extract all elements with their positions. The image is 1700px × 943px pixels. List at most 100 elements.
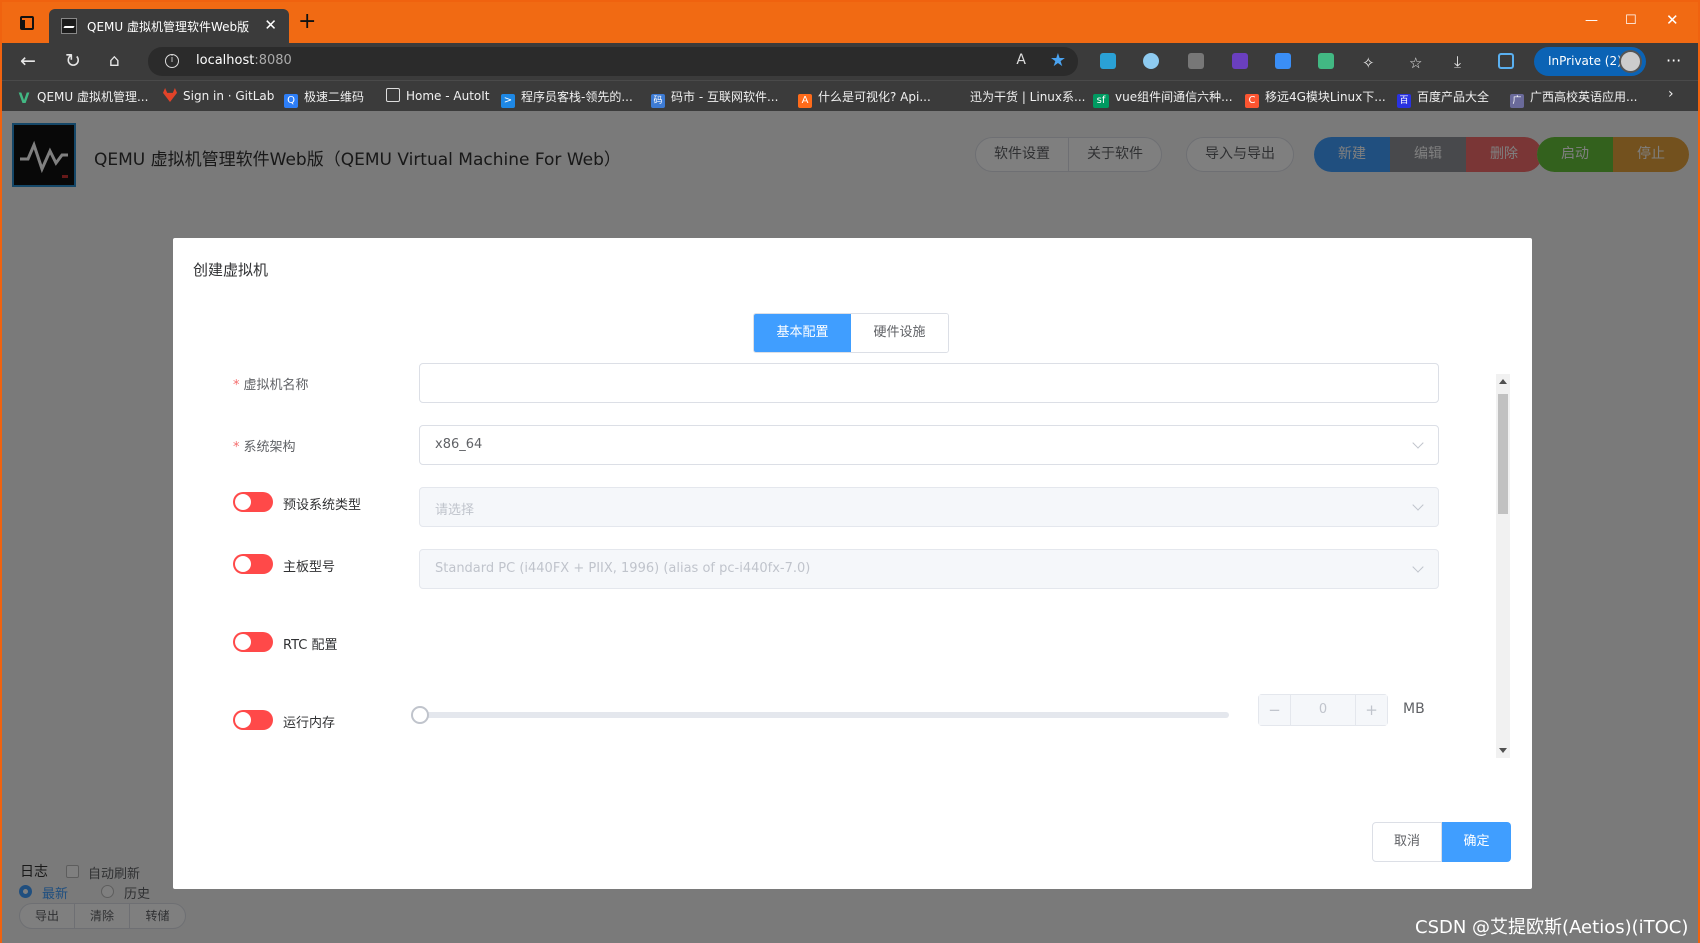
back-icon[interactable]: ←: [20, 50, 36, 72]
bookmark-label: 广西高校英语应用...: [1530, 90, 1638, 104]
mashi-icon: 码: [651, 94, 665, 108]
bookmark-item[interactable]: 码码市 - 互联网软件...: [651, 88, 778, 108]
scrollbar-thumb[interactable]: [1498, 394, 1508, 514]
rtc-switch[interactable]: [233, 632, 273, 652]
extension-icon[interactable]: [1100, 53, 1116, 69]
bookmark-label: 码市 - 互联网软件...: [671, 90, 779, 104]
memory-slider-track[interactable]: [419, 712, 1229, 718]
bookmark-label: 迅为干货 | Linux系...: [970, 90, 1086, 104]
baidu-icon: 百: [1397, 94, 1411, 108]
app-page: QEMU 虚拟机管理软件Web版（QEMU Virtual Machine Fo…: [2, 111, 1698, 943]
home-icon[interactable]: ⌂: [109, 50, 120, 72]
bookmark-label: 程序员客栈-领先的...: [521, 90, 633, 104]
document-icon: [386, 88, 400, 102]
watermark: CSDN @艾提欧斯(Aetios)(iTOC): [1415, 917, 1689, 938]
bookmark-item[interactable]: 百百度产品大全: [1397, 88, 1489, 108]
vm-name-label: * 虚拟机名称: [233, 374, 309, 393]
vue-logo-icon: V: [18, 91, 30, 107]
preset-os-switch[interactable]: [233, 492, 273, 512]
title-bar: QEMU 虚拟机管理软件Web版（( ✕ + — ☐ ✕: [2, 2, 1698, 43]
maximize-icon[interactable]: ☐: [1625, 13, 1637, 28]
scroll-up-icon[interactable]: [1499, 379, 1507, 384]
vm-name-input[interactable]: [419, 363, 1439, 403]
downloads-icon[interactable]: ⤓: [1454, 51, 1461, 73]
bookmark-item[interactable]: 迅为干货 | Linux系...: [970, 88, 1085, 105]
site-info-icon[interactable]: i: [165, 54, 179, 68]
tab-actions-icon[interactable]: [20, 16, 34, 30]
cancel-button[interactable]: 取消: [1372, 822, 1442, 862]
tab-title: QEMU 虚拟机管理软件Web版（(: [87, 20, 255, 34]
minimize-icon[interactable]: —: [1585, 13, 1598, 28]
arch-value: x86_64: [435, 437, 483, 452]
vue-devtools-icon[interactable]: [1318, 53, 1334, 69]
edge-icon[interactable]: [1498, 53, 1514, 69]
confirm-button[interactable]: 确定: [1442, 822, 1511, 862]
bookmark-item[interactable]: 广广西高校英语应用...: [1510, 88, 1637, 108]
favorites-icon[interactable]: ☆: [1409, 52, 1422, 74]
chevron-down-icon: [1412, 499, 1424, 511]
memory-value[interactable]: 0: [1291, 702, 1355, 717]
bookmark-item[interactable]: > 程序员客栈-领先的...: [501, 88, 633, 108]
bookmark-label: Sign in · GitLab: [183, 89, 275, 103]
vm-form: * 虚拟机名称 * 系统架构 x86_64 预设系统类型 请选择 主板型号 Stan…: [233, 363, 1453, 747]
terminal-icon: >: [501, 94, 515, 108]
memory-slider-handle[interactable]: [411, 706, 429, 724]
bookmarks-more-chevron-icon[interactable]: ›: [1668, 86, 1674, 102]
read-aloud-icon[interactable]: A: [1016, 52, 1026, 68]
vm-name-label-text: 虚拟机名称: [243, 378, 309, 393]
dialog-tabs: 基本配置 硬件设施: [753, 313, 949, 353]
qrcode-icon: Q: [284, 94, 298, 108]
favorite-star-icon[interactable]: ★: [1050, 50, 1066, 71]
bookmark-item[interactable]: Home - AutoIt: [386, 88, 490, 103]
more-menu-icon[interactable]: ···: [1666, 51, 1681, 70]
preset-os-select[interactable]: 请选择: [419, 487, 1439, 527]
increase-button[interactable]: +: [1355, 695, 1387, 725]
refresh-icon[interactable]: ↻: [65, 50, 81, 72]
close-window-icon[interactable]: ✕: [1666, 11, 1679, 29]
avatar: [1619, 50, 1642, 73]
memory-label: 运行内存: [283, 716, 336, 731]
new-tab-button[interactable]: +: [298, 11, 316, 33]
bookmark-label: 什么是可视化? Api...: [818, 90, 931, 104]
tab-basic-config[interactable]: 基本配置: [754, 314, 851, 352]
decrease-button[interactable]: −: [1259, 695, 1291, 725]
bookmark-item[interactable]: C 移远4G模块Linux下...: [1245, 88, 1386, 108]
form-scrollbar[interactable]: [1496, 374, 1510, 758]
address-bar[interactable]: i localhost:8080 A ★: [148, 47, 1078, 76]
board-select[interactable]: Standard PC (i440FX + PIIX, 1996) (alias…: [419, 549, 1439, 589]
browser-tab[interactable]: QEMU 虚拟机管理软件Web版（( ✕: [49, 9, 289, 43]
extension-icon[interactable]: [1275, 53, 1291, 69]
extension-icon[interactable]: [1188, 53, 1204, 69]
extension-icon[interactable]: [1232, 53, 1248, 69]
url-text[interactable]: localhost:8080: [196, 53, 292, 68]
dialog-title: 创建虚拟机: [193, 261, 269, 279]
required-mark: *: [233, 440, 240, 455]
memory-switch[interactable]: [233, 710, 273, 730]
navigation-bar: ← ↻ ⌂ i localhost:8080 A ★ ✧ ☆ ⤓ InPriva…: [2, 43, 1698, 80]
tab-hardware[interactable]: 硬件设施: [851, 314, 948, 352]
bookmark-item[interactable]: sf vue组件间通信六种...: [1093, 88, 1233, 108]
extensions-puzzle-icon[interactable]: ✧: [1362, 52, 1375, 74]
memory-unit: MB: [1403, 701, 1425, 717]
arch-label: * 系统架构: [233, 436, 296, 455]
rtc-label: RTC 配置: [283, 638, 338, 653]
gitlab-icon: [163, 88, 177, 102]
preset-os-placeholder: 请选择: [435, 503, 475, 518]
inprivate-label: InPrivate (2): [1548, 54, 1622, 68]
bookmark-item[interactable]: A 什么是可视化? Api...: [798, 88, 931, 108]
url-port: :8080: [254, 53, 292, 68]
site-icon: 广: [1510, 94, 1524, 108]
bookmark-item[interactable]: Q 极速二维码: [284, 88, 364, 108]
tab-close-icon[interactable]: ✕: [264, 16, 277, 34]
bookmark-label: vue组件间通信六种...: [1115, 90, 1233, 104]
bookmark-item[interactable]: Sign in · GitLab: [163, 88, 274, 103]
arch-select[interactable]: x86_64: [419, 425, 1439, 465]
board-switch[interactable]: [233, 554, 273, 574]
memory-stepper[interactable]: − 0 +: [1258, 694, 1388, 726]
segmentfault-icon: sf: [1093, 94, 1109, 108]
bookmark-item[interactable]: V QEMU 虚拟机管理...: [17, 88, 149, 107]
board-label: 主板型号: [283, 560, 336, 575]
react-devtools-icon[interactable]: [1143, 53, 1159, 69]
inprivate-badge[interactable]: InPrivate (2): [1534, 47, 1646, 76]
scroll-down-icon[interactable]: [1499, 748, 1507, 753]
